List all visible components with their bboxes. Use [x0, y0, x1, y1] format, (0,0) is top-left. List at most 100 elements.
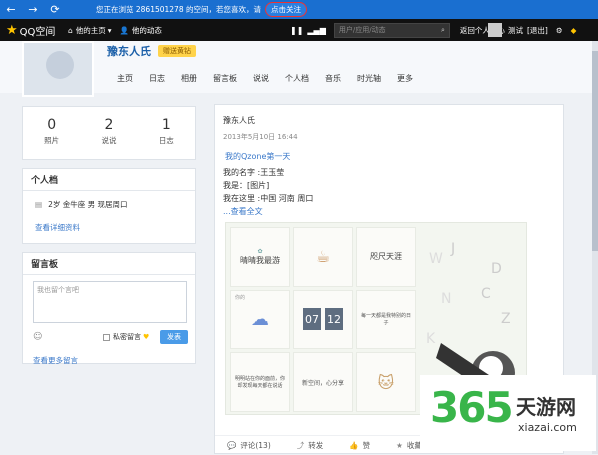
stat-label: 说说 — [101, 136, 117, 145]
like-button[interactable]: 👍 赞 — [349, 440, 370, 451]
grid-cell: 咫尺天涯 — [356, 227, 416, 287]
private-label: 私密留言 — [113, 333, 141, 341]
post-author[interactable]: 豫东人氏 — [223, 115, 255, 126]
pause-icon[interactable]: ❚❚ — [290, 26, 303, 35]
cell-text: 每一天都是我特别的日子 — [360, 313, 411, 327]
profile-card: 个人档 ▤ 2岁 金牛座 男 现居周口 查看详细资料 — [22, 168, 196, 244]
nav-feed[interactable]: 👤 他的动态 — [120, 25, 162, 36]
nav-home[interactable]: ⌂ 他的主页 ▾ — [68, 25, 112, 36]
post-date: 2013年5月10日 16:44 — [223, 133, 298, 141]
profile-info: 2岁 金牛座 男 现居周口 — [48, 200, 128, 209]
svg-text:D: D — [491, 261, 502, 277]
clock-minutes: 12 — [325, 308, 343, 331]
cloud-icon: ☁ — [251, 308, 269, 330]
diamond-icon[interactable]: ◆ — [571, 26, 577, 35]
clock: 07 12 — [301, 308, 345, 331]
cell-text: 新空间，心分享 — [301, 379, 344, 387]
post-line: 我的名字 :王玉莹 — [223, 168, 285, 177]
grid-cell: 你的 ☁ — [230, 289, 290, 350]
profile-name[interactable]: 豫东人氏 — [107, 43, 151, 59]
tab-blog[interactable]: 日志 — [149, 73, 165, 84]
post-line: 我是：[图片] — [223, 181, 270, 190]
user-icon: 👤 — [119, 25, 129, 35]
logout-link[interactable]: [退出] — [527, 25, 548, 36]
message-board-title: 留言板 — [23, 253, 195, 275]
comment-label: 评论(13) — [240, 441, 271, 450]
profile-info-line: ▤ 2岁 金牛座 男 现居周口 — [23, 191, 195, 214]
svg-text:Z: Z — [501, 311, 511, 327]
star-icon: ★ — [396, 441, 403, 450]
avatar[interactable] — [488, 23, 502, 37]
profile-header: 豫东人氏 赠送黄钻 主页 日志 相册 留言板 说说 个人档 音乐 时光轴 更多 — [0, 41, 592, 97]
svg-text:W: W — [429, 251, 443, 267]
logo-text: QQ空间 — [19, 26, 56, 38]
stat-shuoshuo[interactable]: 2 说说 — [80, 107, 137, 159]
watermark-number: 365 — [430, 383, 514, 432]
tab-timeline[interactable]: 时光轴 — [357, 73, 381, 84]
silhouette-icon — [46, 51, 74, 79]
thumbs-up-icon: 👍 — [349, 441, 359, 450]
comment-icon: 💬 — [227, 441, 237, 450]
profile-tabs: 主页 日志 相册 留言板 说说 个人档 音乐 时光轴 更多 — [117, 73, 429, 84]
watermark-name: 天游网 — [516, 395, 576, 419]
username[interactable]: 测试 — [508, 25, 523, 36]
back-arrow-icon[interactable]: ← — [0, 0, 22, 19]
more-messages-link[interactable]: 查看更多留言 — [23, 345, 195, 370]
follow-button[interactable]: 点击关注 — [265, 2, 307, 17]
svg-text:C: C — [481, 286, 491, 302]
svg-text:J: J — [450, 241, 455, 257]
post-title[interactable]: 我的Qzone第一天 — [225, 151, 290, 162]
tab-album[interactable]: 相册 — [181, 73, 197, 84]
visit-notice: 您正在浏览 2861501278 的空间，若您喜欢，请 — [96, 5, 261, 14]
refresh-icon[interactable]: ⟳ — [44, 0, 66, 19]
svg-text:K: K — [426, 331, 436, 347]
search-placeholder: 用户/应用/动态 — [338, 26, 386, 34]
flower-icon: ✿ — [257, 247, 263, 255]
scrollbar-thumb[interactable] — [592, 51, 598, 251]
tab-music[interactable]: 音乐 — [325, 73, 341, 84]
site-watermark: 365 天游网 xiazai.com — [420, 375, 596, 451]
favorite-button[interactable]: ★ 收藏 — [396, 440, 422, 451]
nav-home-label: 他的主页 — [75, 25, 106, 35]
cell-text: 明明站在你的面前，你却发现每天都在说话 — [234, 376, 285, 390]
browser-top-bar: ← → ⟳ 您正在浏览 2861501278 的空间，若您喜欢，请 点击关注 — [0, 0, 598, 19]
profile-avatar[interactable] — [22, 41, 94, 97]
gear-icon[interactable]: ⚙ — [556, 26, 563, 35]
grid-cell: ☕ — [293, 227, 353, 287]
grid-cell: 明明站在你的面前，你却发现每天都在说话 — [230, 352, 290, 412]
grid-cell: 07 12 — [293, 289, 353, 350]
smile-icon[interactable]: ☺ — [33, 332, 42, 342]
tab-messages[interactable]: 留言板 — [213, 73, 237, 84]
stat-label: 照片 — [44, 136, 60, 145]
id-card-icon: ▤ — [35, 200, 43, 209]
clock-hours: 07 — [303, 308, 321, 331]
mood-grid: ✿ 晴晴我最游 ☕ 咫尺天涯 你的 ☁ 07 12 每一天都是我特别的日子 明明… — [230, 227, 416, 412]
tab-home[interactable]: 主页 — [117, 73, 133, 84]
search-icon[interactable]: ⌕ — [441, 26, 445, 35]
stat-photos[interactable]: 0 照片 — [23, 107, 80, 159]
qzone-logo[interactable]: ★ QQ空间 — [0, 23, 60, 38]
like-label: 赞 — [362, 441, 371, 450]
grid-cell: 新空间，心分享 — [293, 352, 353, 412]
nav-feed-label: 他的动态 — [131, 25, 162, 35]
forward-arrow-icon[interactable]: → — [22, 0, 44, 19]
tab-shuoshuo[interactable]: 说说 — [253, 73, 269, 84]
watermark-url: xiazai.com — [518, 421, 577, 434]
stat-blogs[interactable]: 1 日志 — [138, 107, 195, 159]
read-more-link[interactable]: ...查看全文 — [223, 206, 263, 217]
gift-vip-button[interactable]: 赠送黄钻 — [158, 45, 196, 57]
stat-number: 2 — [104, 117, 114, 133]
message-input[interactable]: 我也留个言吧 — [33, 281, 187, 323]
search-input[interactable]: 用户/应用/动态 ⌕ — [333, 22, 450, 38]
send-button[interactable]: 发表 — [160, 330, 188, 344]
tab-more[interactable]: 更多 — [397, 73, 413, 84]
home-icon: ⌂ — [68, 25, 73, 35]
forward-label: 转发 — [308, 441, 324, 450]
view-profile-link[interactable]: 查看详细资料 — [23, 214, 195, 233]
forward-button[interactable]: ⤴ 转发 — [297, 440, 324, 451]
stat-number: 1 — [161, 117, 171, 133]
checkbox-box[interactable] — [103, 333, 110, 341]
comment-button[interactable]: 💬 评论(13) — [227, 440, 271, 451]
private-message-checkbox[interactable]: 私密留言 ♥ — [103, 332, 149, 342]
tab-profile[interactable]: 个人档 — [285, 73, 309, 84]
